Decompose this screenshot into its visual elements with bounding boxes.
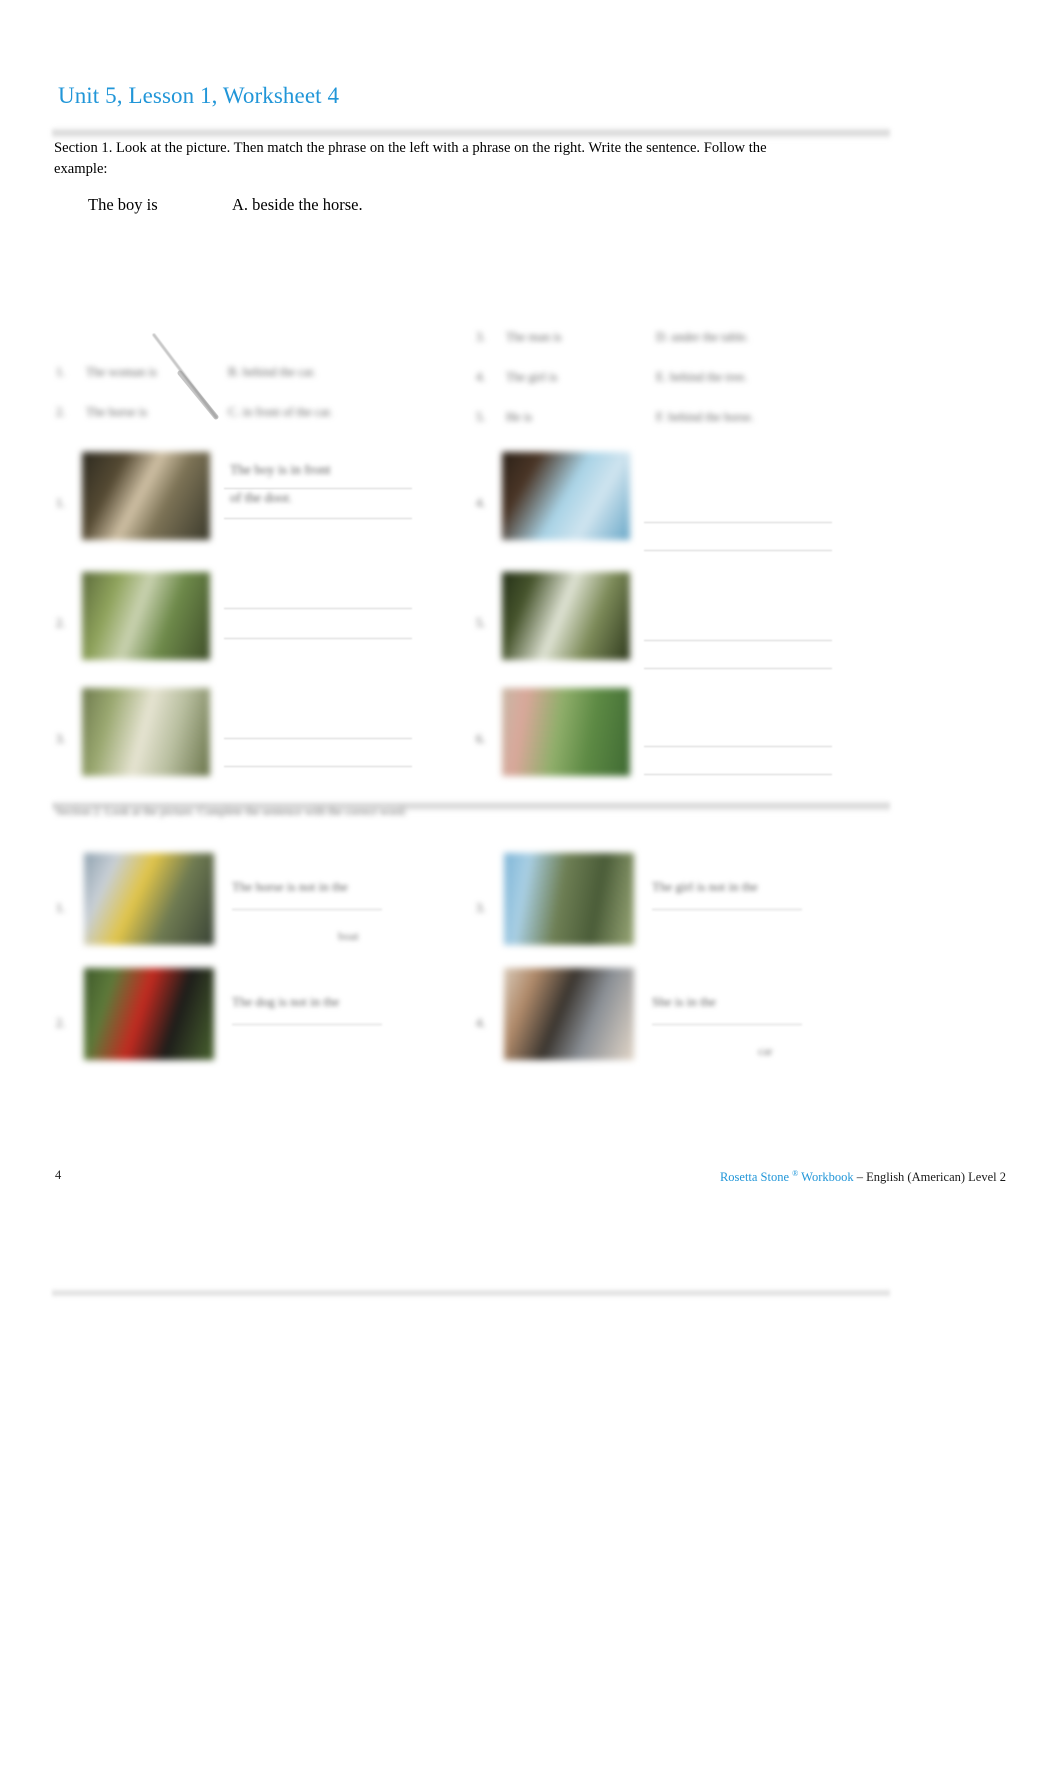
match-row[interactable]: 1. The woman is B. behind the car. [56,365,456,405]
match-number: 3. [476,330,486,344]
answer-blank-line[interactable] [232,1024,382,1025]
worksheet-page: Unit 5, Lesson 1, Worksheet 4 Section 1.… [0,0,1062,1771]
match-option: C. in front of the car. [228,405,333,419]
row-number: 3. [56,732,66,746]
answer-write-area[interactable] [224,698,420,774]
handwritten-answer-line-1: The boy is in front [230,462,331,477]
write-line [224,488,412,489]
page-number: 4 [55,1168,62,1182]
answer-blank-line[interactable] [652,1024,802,1025]
example-left-phrase: The boy is [88,195,158,214]
write-line [224,518,412,519]
matching-pencil-stroke-icon [150,333,224,421]
write-line [644,774,832,775]
section2-sentence: The girl is not in the [652,879,758,894]
footer-divider [52,1288,890,1298]
answer-write-area[interactable] [224,582,420,658]
row-number: 1. [56,901,66,915]
write-line [224,608,412,609]
match-option: E. behind the tree. [656,370,748,384]
section2-sentence: She is in the [652,994,716,1009]
answer-write-area[interactable] [644,462,840,551]
write-line [644,522,832,523]
row-number: 4. [476,1016,486,1030]
match-option: B. behind the car. [228,365,316,379]
match-list-right: 3. The man is D. under the table. 4. The… [476,330,876,450]
picture-answer-row: 4. [476,452,876,551]
footer-brand: Rosetta Stone [719,1170,790,1185]
match-row[interactable]: 4. The girl is E. behind the tree. [476,370,876,410]
write-line [224,766,412,767]
match-cue: He is [506,410,533,424]
section2-row: 1. The horse is not in the boat [56,853,456,945]
write-line [644,550,832,551]
picture-answer-row: 6. [476,688,876,776]
answer-blank-line[interactable] [652,909,802,910]
match-number: 1. [56,365,66,379]
footer-product: Workbook [801,1170,854,1185]
picture-answer-row: 3. [56,688,456,776]
answer-write-area[interactable] [644,582,840,669]
row-number: 1. [56,496,66,510]
match-row[interactable]: 3. The man is D. under the table. [476,330,876,370]
answer-blank-word: boat [338,929,359,943]
photo-thumbnail [502,452,630,540]
row-number: 3. [476,901,486,915]
photo-thumbnail [84,968,214,1060]
footer-course: – English (American) Level 2 [856,1170,1006,1185]
answer-blank-line[interactable] [232,909,382,910]
picture-answer-row: 2. [56,572,456,660]
picture-answer-row: 5. [476,572,876,669]
match-number: 2. [56,405,66,419]
page-title: Unit 5, Lesson 1, Worksheet 4 [58,83,340,108]
write-line [644,668,832,669]
match-number: 4. [476,370,486,384]
match-row[interactable]: 2. The horse is C. in front of the car. [56,405,456,445]
match-number: 5. [476,410,486,424]
write-line [644,746,832,747]
photo-thumbnail [82,572,210,660]
row-number: 6. [476,732,486,746]
photo-thumbnail [502,572,630,660]
answer-write-area[interactable] [644,698,840,775]
row-number: 2. [56,1016,66,1030]
answer-write-area[interactable]: The boy is in front of the door. [224,462,420,538]
picture-answer-row: 1. The boy is in front of the door. [56,452,456,540]
example-right-phrase: A. beside the horse. [232,195,363,214]
photo-thumbnail [82,452,210,540]
footer-attribution: Rosetta Stone ® Workbook – English (Amer… [720,1169,1006,1185]
section2-row: 2. The dog is not in the [56,968,456,1060]
match-cue: The man is [506,330,562,344]
match-option: D. under the table. [656,330,749,344]
photo-thumbnail [84,853,214,945]
match-cue: The horse is [86,405,148,419]
match-cue: The girl is [506,370,558,384]
match-list-left: 1. The woman is B. behind the car. 2. Th… [56,365,456,445]
write-line [644,640,832,641]
section2-sentence: The horse is not in the [232,879,348,894]
photo-thumbnail [502,688,630,776]
row-number: 4. [476,496,486,510]
match-option: F. behind the horse. [656,410,754,424]
write-line [224,638,412,639]
match-cue: The woman is [86,365,157,379]
section2-row: 3. The girl is not in the [476,853,876,945]
section-2-instructions: Section 2. Look at the picture. Complete… [56,806,407,818]
section2-row: 4. She is in the car [476,968,876,1060]
photo-thumbnail [82,688,210,776]
registered-trademark-icon: ® [792,1169,799,1178]
write-line [224,738,412,739]
photo-thumbnail [504,853,634,945]
photo-thumbnail [504,968,634,1060]
row-number: 5. [476,616,486,630]
handwritten-answer-line-2: of the door. [230,490,292,505]
section-1-instructions: Section 1. Look at the picture. Then mat… [54,140,767,177]
match-row[interactable]: 5. He is F. behind the horse. [476,410,876,450]
row-number: 2. [56,616,66,630]
answer-blank-word: car [758,1044,773,1058]
section2-sentence: The dog is not in the [232,994,340,1009]
